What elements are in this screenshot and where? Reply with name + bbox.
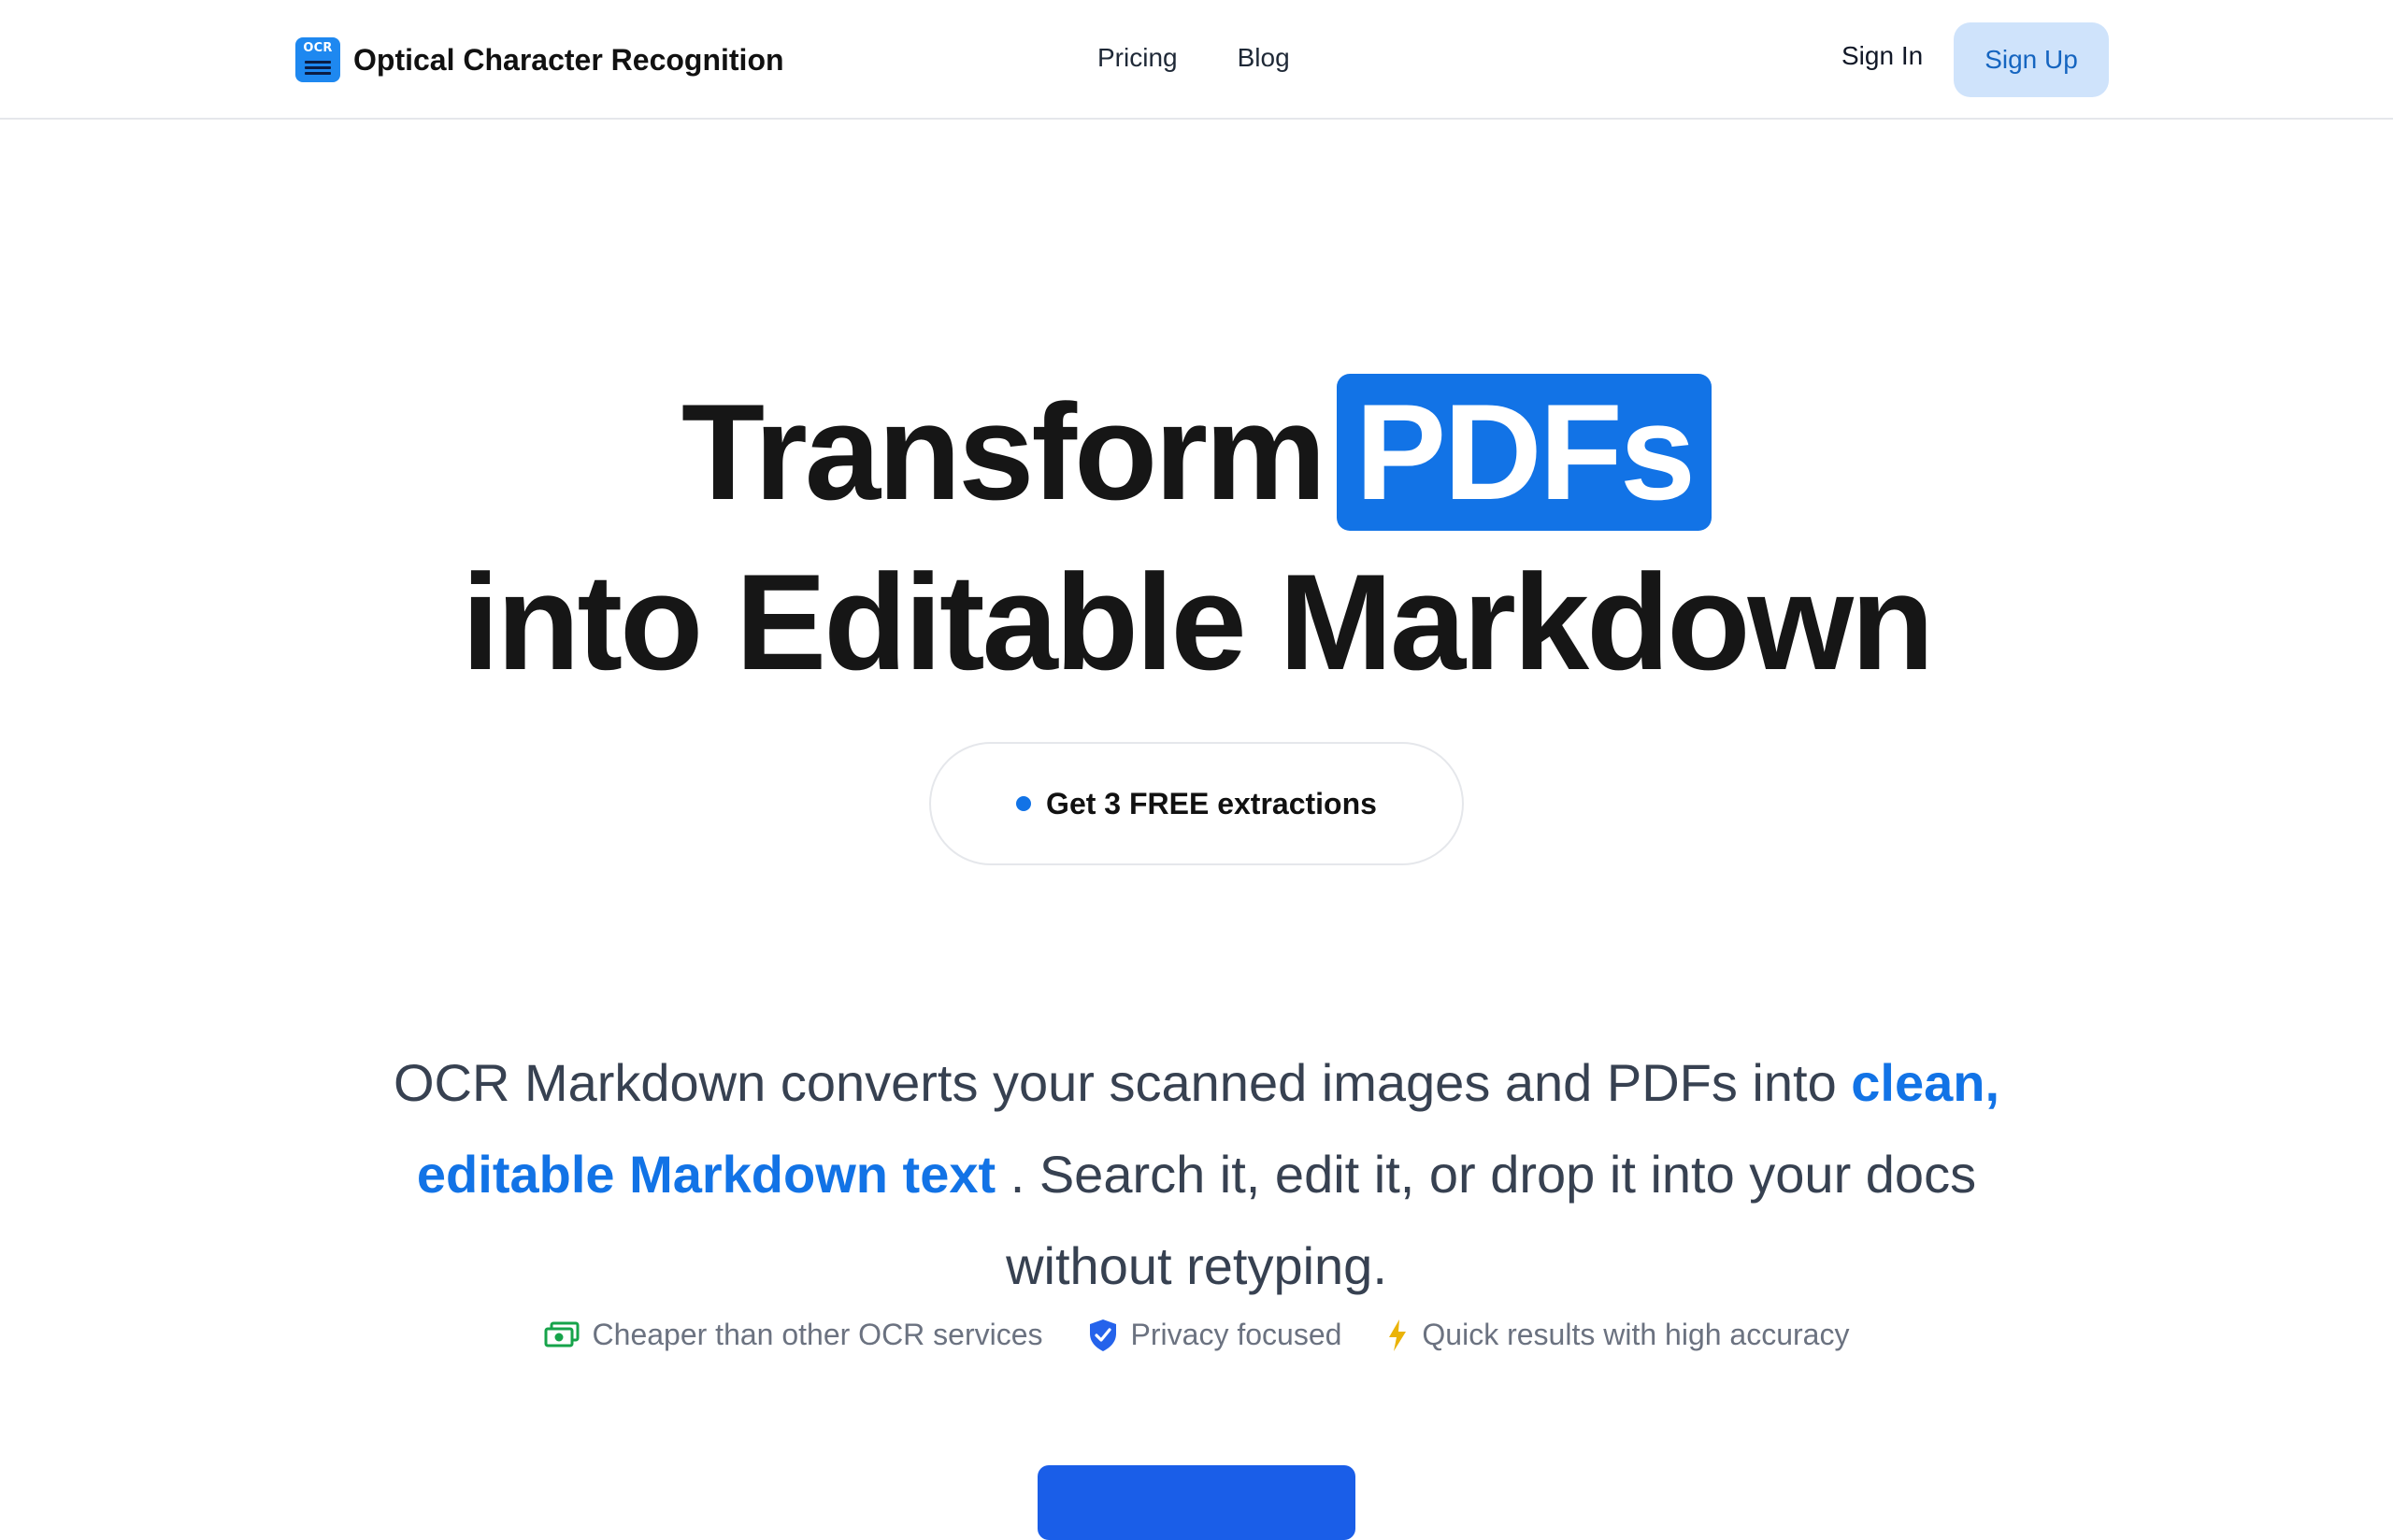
description-text-end: . Search it, edit it, or drop it into yo… (996, 1145, 1977, 1295)
feature-list: Cheaper than other OCR services Privacy … (0, 1318, 2393, 1352)
nav-link-blog[interactable]: Blog (1238, 43, 1290, 73)
status-dot-icon (1016, 796, 1032, 811)
primary-cta-button[interactable] (1038, 1465, 1355, 1540)
feature-label-privacy: Privacy focused (1130, 1318, 1342, 1351)
feature-label-speed: Quick results with high accuracy (1422, 1318, 1850, 1351)
nav-link-pricing[interactable]: Pricing (1097, 43, 1178, 73)
lightning-icon (1389, 1319, 1407, 1351)
brand-name: Optical Character Recognition (353, 42, 784, 77)
feature-item-cheaper: Cheaper than other OCR services (544, 1318, 1043, 1352)
main-nav: Pricing Blog (1097, 43, 1290, 73)
description-text-start: OCR Markdown converts your scanned image… (393, 1053, 1852, 1112)
site-header: OCR Optical Character Recognition Pricin… (0, 0, 2393, 120)
hero-title-highlight: PDFs (1336, 374, 1712, 531)
sign-up-button[interactable]: Sign Up (1954, 22, 2109, 97)
hero-title-transform: Transform (681, 376, 1326, 528)
hero-title-line-2: into Editable Markdown (461, 546, 1935, 698)
free-extractions-label: Get 3 FREE extractions (1046, 786, 1377, 820)
feature-label-cheaper: Cheaper than other OCR services (592, 1318, 1043, 1351)
sign-in-link[interactable]: Sign In (1841, 41, 1923, 71)
shield-check-icon (1089, 1319, 1116, 1351)
ocr-logo-icon: OCR (295, 37, 340, 82)
hero-title-line-1: Transform PDFs (0, 372, 2393, 533)
free-extractions-pill[interactable]: Get 3 FREE extractions (929, 742, 1464, 865)
hero-description: OCR Markdown converts your scanned image… (355, 1037, 2038, 1312)
feature-item-speed: Quick results with high accuracy (1386, 1318, 1849, 1352)
feature-item-privacy: Privacy focused (1088, 1318, 1342, 1352)
brand-link[interactable]: OCR Optical Character Recognition (295, 37, 784, 82)
money-icon (544, 1321, 580, 1347)
